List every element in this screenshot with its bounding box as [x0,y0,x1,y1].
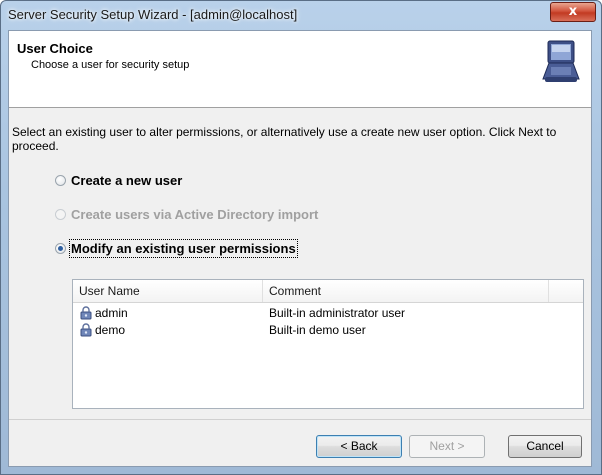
computer-monitor-icon [542,40,580,82]
intro-text: Select an existing user to alter permiss… [12,125,557,153]
list-header: User Name Comment [73,280,583,303]
wizard-body: User Choice Choose a user for security s… [8,30,592,467]
page-title: User Choice [17,41,93,56]
table-row[interactable]: admin Built-in administrator user [73,305,583,322]
table-row[interactable]: demo Built-in demo user [73,322,583,339]
option-label: Create users via Active Directory import [71,206,319,222]
option-label: Modify an existing user permissions [69,238,298,258]
radio-button[interactable] [55,174,66,186]
page-subtitle: Choose a user for security setup [31,59,190,71]
window-title: Server Security Setup Wizard - [admin@lo… [8,7,298,22]
wizard-header: User Choice Choose a user for security s… [9,31,591,108]
option-label: Create a new user [71,172,183,188]
comment-cell: Built-in administrator user [269,306,406,320]
next-button[interactable]: Next > [409,435,485,458]
option-active-directory-import: Create users via Active Directory import [55,205,318,223]
button-separator [9,419,591,420]
user-lock-icon [80,323,92,337]
option-create-new-user[interactable]: Create a new user [55,171,182,189]
comment-cell: Built-in demo user [269,323,366,337]
user-lock-icon [80,306,92,320]
back-button[interactable]: < Back [316,435,402,458]
user-list[interactable]: User Name Comment admin Built-in adminis… [72,279,584,409]
option-modify-existing-user[interactable]: Modify an existing user permissions [55,238,298,258]
user-name-cell: demo [95,323,126,337]
close-button[interactable]: x [550,2,596,22]
title-bar[interactable]: Server Security Setup Wizard - [admin@lo… [0,0,602,30]
column-header-comment[interactable]: Comment [263,280,549,302]
user-name-cell: admin [95,306,128,320]
radio-button[interactable] [55,242,66,254]
column-header-user-name[interactable]: User Name [73,280,263,302]
cancel-button[interactable]: Cancel [508,435,582,458]
radio-button [55,208,66,220]
